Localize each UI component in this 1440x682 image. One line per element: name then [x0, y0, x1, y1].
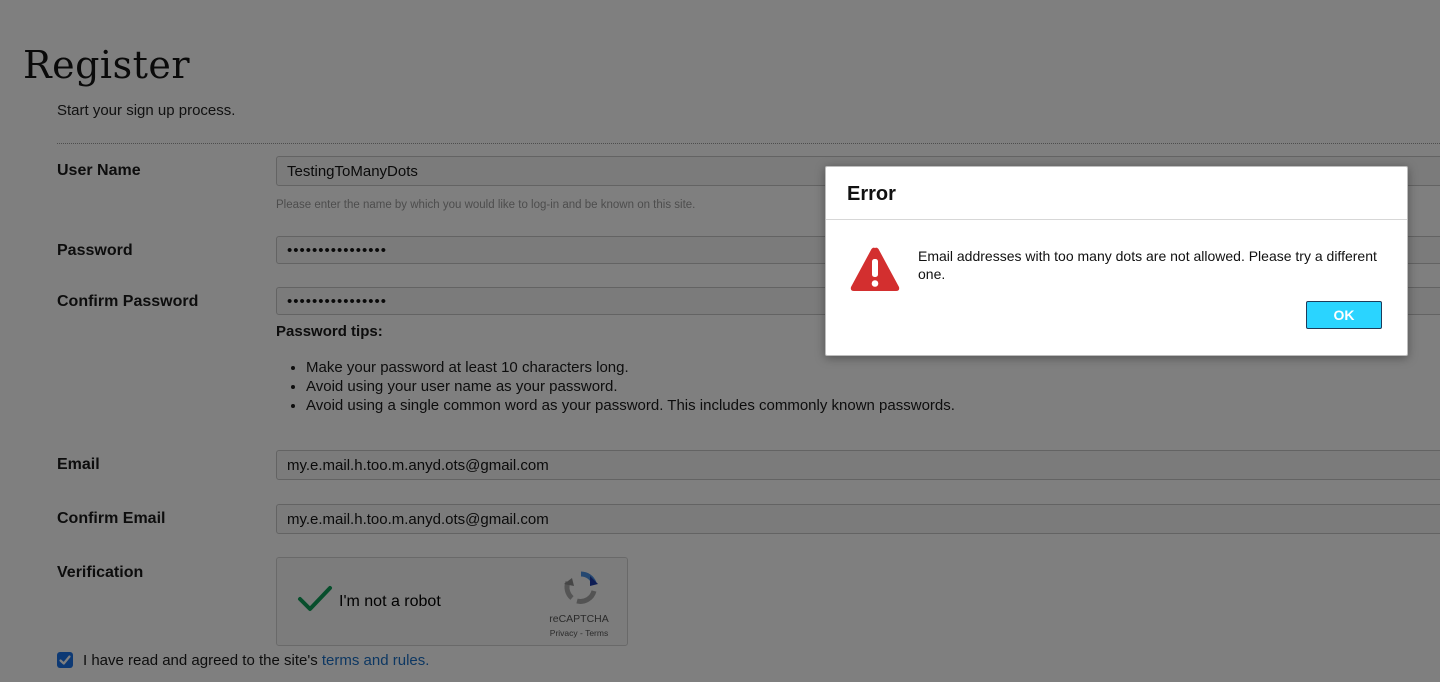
ok-button[interactable]: OK — [1306, 301, 1382, 329]
error-dialog: Error Email addresses with too many dots… — [825, 166, 1408, 356]
warning-icon — [849, 245, 901, 298]
dialog-title: Error — [847, 183, 896, 205]
register-page: Register Start your sign up process. Use… — [0, 0, 1440, 682]
dialog-divider — [826, 219, 1407, 220]
dialog-message: Email addresses with too many dots are n… — [918, 248, 1377, 282]
